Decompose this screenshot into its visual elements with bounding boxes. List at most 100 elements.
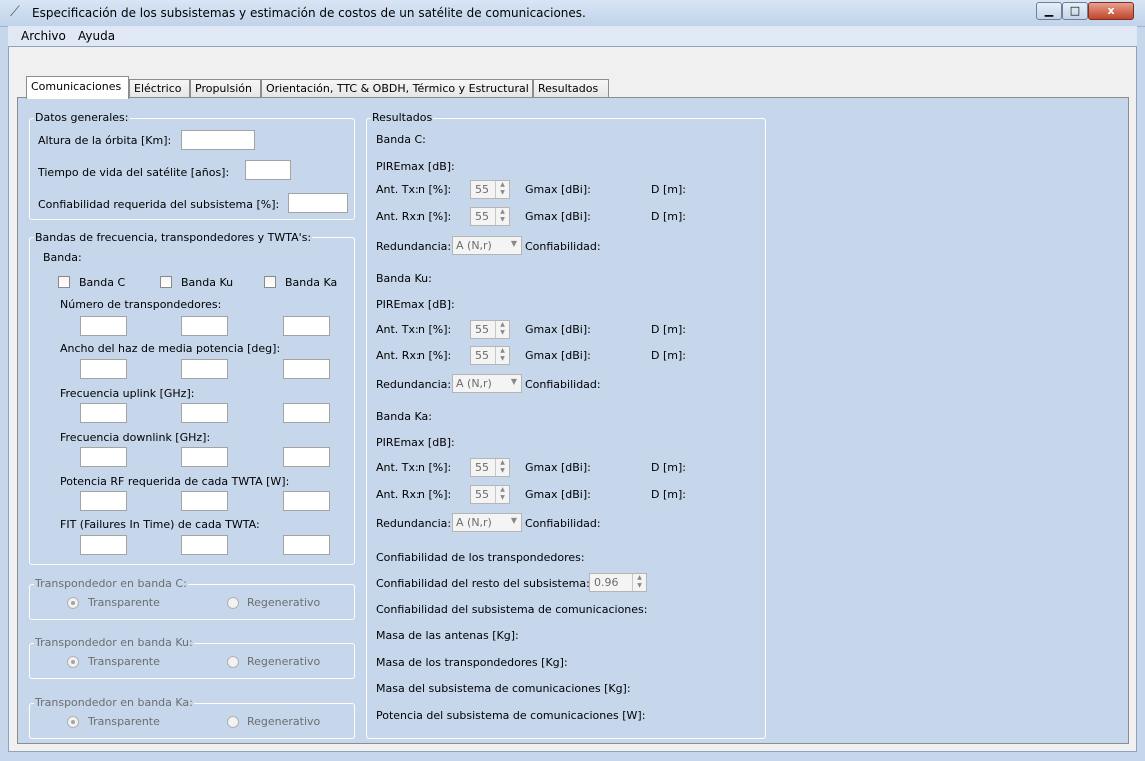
res-ku-rx-d-label: D [m]: [651, 349, 686, 362]
res-ku-tx-n-label: n [%]: [418, 323, 452, 336]
res-c-rx-label: Ant. Rx: [376, 210, 420, 223]
conf-resto-spinner[interactable]: 0.96 ▲ ▼ [589, 573, 647, 592]
transpondedor-ku-legend: Transpondedor en banda Ku: [34, 636, 194, 649]
banda-ka-checkbox[interactable] [264, 276, 276, 288]
conf-transpondedores-label: Confiabilidad de los transpondedores: [376, 551, 585, 564]
menu-archivo[interactable]: Archivo [21, 29, 66, 43]
uplink-ku-input[interactable] [181, 403, 228, 423]
confiabilidad-input[interactable] [288, 193, 348, 213]
banda-c-checkbox[interactable] [58, 276, 70, 288]
potencia-rf-c-input[interactable] [80, 491, 127, 511]
regenerativo-c-radio[interactable] [227, 597, 239, 609]
tab-electrico[interactable]: Eléctrico [129, 79, 190, 98]
res-ka-tx-n-spinner[interactable]: 55 ▲ ▼ [470, 458, 510, 477]
res-ka-confiab-label: Confiabilidad: [525, 517, 601, 530]
uplink-c-input[interactable] [80, 403, 127, 423]
spinner-arrows-icon[interactable]: ▲ ▼ [495, 181, 509, 198]
res-ku-tx-n-spinner[interactable]: 55 ▲ ▼ [470, 320, 510, 339]
num-trans-ku-input[interactable] [181, 316, 228, 336]
res-ka-rx-n-spinner[interactable]: 55 ▲ ▼ [470, 485, 510, 504]
res-ka-rx-d-label: D [m]: [651, 488, 686, 501]
banda-ka-label: Banda Ka [285, 276, 338, 289]
close-button[interactable]: x [1088, 2, 1134, 20]
potencia-rf-ka-input[interactable] [283, 491, 330, 511]
fit-ka-input[interactable] [283, 535, 330, 555]
spinner-arrows-icon[interactable]: ▲ ▼ [495, 321, 509, 338]
transparente-c-radio[interactable] [67, 597, 79, 609]
num-trans-ka-input[interactable] [283, 316, 330, 336]
regenerativo-ka-label: Regenerativo [247, 715, 321, 728]
regenerativo-ka-radio[interactable] [227, 716, 239, 728]
window-title: Especificación de los subsistemas y esti… [32, 6, 586, 20]
downlink-c-input[interactable] [80, 447, 127, 467]
potencia-subsistema-label: Potencia del subsistema de comunicacione… [376, 709, 646, 722]
spinner-value: 0.96 [594, 576, 619, 589]
res-ka-rx-label: Ant. Rx: [376, 488, 420, 501]
res-ku-confiab-label: Confiabilidad: [525, 378, 601, 391]
spinner-arrows-icon[interactable]: ▲ ▼ [495, 486, 509, 503]
ancho-haz-c-input[interactable] [80, 359, 127, 379]
res-ku-redundancia-select[interactable]: A (N,r) ▼ [452, 374, 522, 393]
res-ka-tx-label: Ant. Tx: [376, 461, 419, 474]
res-c-redundancia-label: Redundancia: [376, 240, 452, 253]
transparente-c-label: Transparente [88, 596, 160, 609]
spinner-arrows-icon[interactable]: ▲ ▼ [495, 208, 509, 225]
title-bar[interactable]: ⟋ Especificación de los subsistemas y es… [0, 0, 1145, 27]
spinner-arrows-icon[interactable]: ▲ ▼ [495, 459, 509, 476]
transpondedor-ka-legend: Transpondedor en banda Ka: [34, 696, 194, 709]
transparente-ku-label: Transparente [88, 655, 160, 668]
res-c-rx-n-label: n [%]: [418, 210, 452, 223]
altura-input[interactable] [181, 130, 255, 150]
uplink-ka-input[interactable] [283, 403, 330, 423]
minimize-button[interactable]: ▁ [1036, 2, 1062, 20]
spinner-value: 55 [475, 183, 489, 196]
ancho-haz-ku-input[interactable] [181, 359, 228, 379]
res-c-rx-n-spinner[interactable]: 55 ▲ ▼ [470, 207, 510, 226]
res-ka-redundancia-select[interactable]: A (N,r) ▼ [452, 513, 522, 532]
res-c-tx-n-spinner[interactable]: 55 ▲ ▼ [470, 180, 510, 199]
chevron-down-icon: ▼ [510, 239, 517, 248]
fit-ku-input[interactable] [181, 535, 228, 555]
transparente-ku-radio[interactable] [67, 656, 79, 668]
res-c-rx-d-label: D [m]: [651, 210, 686, 223]
res-ka-rx-gmax-label: Gmax [dBi]: [525, 488, 591, 501]
res-c-pire-label: PIREmax [dB]: [376, 160, 455, 173]
regenerativo-ku-radio[interactable] [227, 656, 239, 668]
vida-input[interactable] [245, 160, 291, 180]
bandas-legend: Bandas de frecuencia, transpondedores y … [34, 231, 313, 244]
transparente-ka-radio[interactable] [67, 716, 79, 728]
maximize-icon: □ [1069, 4, 1081, 17]
res-c-tx-n-label: n [%]: [418, 183, 452, 196]
res-c-rx-gmax-label: Gmax [dBi]: [525, 210, 591, 223]
ancho-haz-ka-input[interactable] [283, 359, 330, 379]
tab-orientacion[interactable]: Orientación, TTC & OBDH, Térmico y Estru… [261, 79, 533, 98]
maximize-button[interactable]: □ [1062, 2, 1088, 20]
res-ku-rx-n-spinner[interactable]: 55 ▲ ▼ [470, 346, 510, 365]
res-c-confiab-label: Confiabilidad: [525, 240, 601, 253]
res-ka-redundancia-label: Redundancia: [376, 517, 452, 530]
banda-label: Banda: [43, 251, 82, 264]
tab-propulsion[interactable]: Propulsión [190, 79, 261, 98]
confiabilidad-label: Confiabilidad requerida del subsistema [… [38, 198, 280, 211]
res-ka-tx-n-label: n [%]: [418, 461, 452, 474]
potencia-rf-ku-input[interactable] [181, 491, 228, 511]
num-trans-c-input[interactable] [80, 316, 127, 336]
res-c-redundancia-select[interactable]: A (N,r) ▼ [452, 236, 522, 255]
downlink-ka-input[interactable] [283, 447, 330, 467]
uplink-label: Frecuencia uplink [GHz]: [60, 387, 195, 400]
tab-resultados[interactable]: Resultados [533, 79, 609, 98]
menu-ayuda[interactable]: Ayuda [78, 29, 115, 43]
fit-c-input[interactable] [80, 535, 127, 555]
spinner-arrows-icon[interactable]: ▲ ▼ [495, 347, 509, 364]
res-ku-pire-label: PIREmax [dB]: [376, 298, 455, 311]
downlink-ku-input[interactable] [181, 447, 228, 467]
ancho-haz-label: Ancho del haz de media potencia [deg]: [60, 342, 281, 355]
vida-label: Tiempo de vida del satélite [años]: [38, 166, 230, 179]
banda-ku-checkbox[interactable] [160, 276, 172, 288]
spinner-arrows-icon[interactable]: ▲ ▼ [632, 574, 646, 591]
masa-transpondedores-label: Masa de los transpondedores [Kg]: [376, 656, 568, 669]
tab-comunicaciones[interactable]: Comunicaciones [26, 76, 129, 99]
res-ku-rx-gmax-label: Gmax [dBi]: [525, 349, 591, 362]
num-transpondedores-label: Número de transpondedores: [60, 298, 222, 311]
res-ka-rx-n-label: n [%]: [418, 488, 452, 501]
